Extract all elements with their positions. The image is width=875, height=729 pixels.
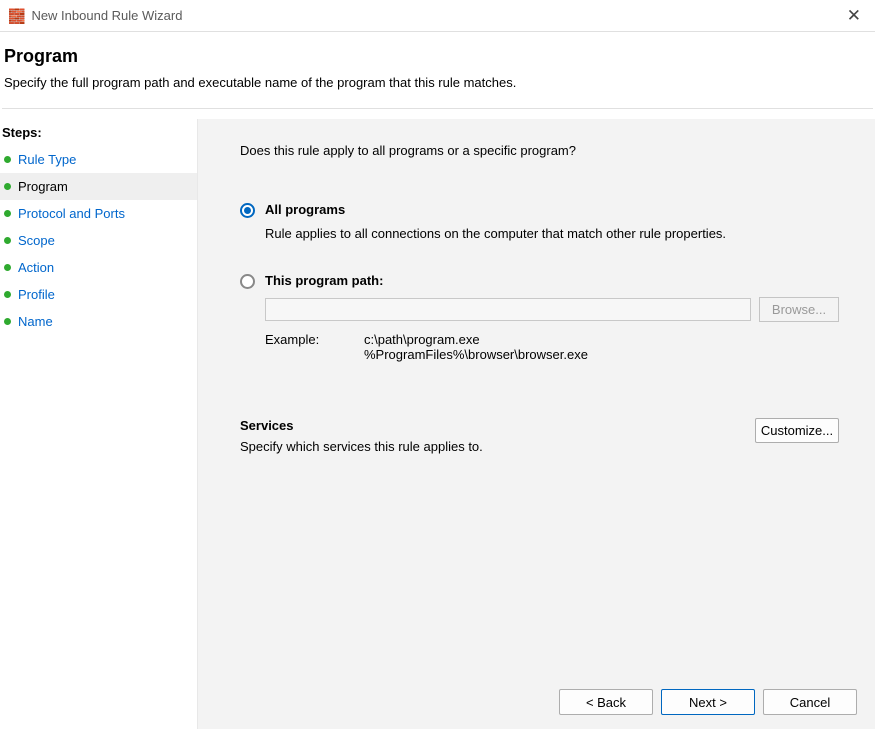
browse-button[interactable]: Browse...	[759, 297, 839, 322]
step-bullet-icon	[4, 210, 11, 217]
footer: < Back Next > Cancel	[198, 675, 875, 729]
services-heading: Services	[240, 418, 483, 433]
step-label: Scope	[18, 233, 55, 248]
step-scope[interactable]: Scope	[0, 227, 197, 254]
step-label: Program	[18, 179, 68, 194]
firewall-icon: 🧱	[8, 9, 25, 23]
step-label: Protocol and Ports	[18, 206, 125, 221]
divider	[2, 108, 873, 109]
step-bullet-icon	[4, 264, 11, 271]
step-bullet-icon	[4, 183, 11, 190]
step-label: Name	[18, 314, 53, 329]
close-icon[interactable]: ✕	[847, 6, 861, 26]
step-action[interactable]: Action	[0, 254, 197, 281]
option-path-label[interactable]: This program path:	[265, 273, 383, 288]
main-pane: Does this rule apply to all programs or …	[198, 119, 875, 729]
radio-all-programs[interactable]	[240, 203, 255, 218]
step-bullet-icon	[4, 237, 11, 244]
sidebar: Steps: Rule Type Program Protocol and Port…	[0, 119, 198, 729]
step-label: Profile	[18, 287, 55, 302]
page-subtitle: Specify the full program path and execut…	[2, 75, 873, 90]
step-bullet-icon	[4, 291, 11, 298]
question-text: Does this rule apply to all programs or …	[240, 143, 839, 158]
step-program[interactable]: Program	[0, 173, 197, 200]
header: Program Specify the full program path an…	[2, 32, 873, 119]
step-name[interactable]: Name	[0, 308, 197, 335]
option-all-desc: Rule applies to all connections on the c…	[265, 226, 839, 241]
cancel-button[interactable]: Cancel	[763, 689, 857, 715]
radio-this-program-path[interactable]	[240, 274, 255, 289]
example-label: Example:	[265, 332, 330, 362]
titlebar: 🧱 New Inbound Rule Wizard ✕	[0, 0, 875, 32]
step-label: Action	[18, 260, 54, 275]
option-all-label[interactable]: All programs	[265, 202, 345, 217]
customize-button[interactable]: Customize...	[755, 418, 839, 443]
steps-heading: Steps:	[0, 119, 197, 146]
step-bullet-icon	[4, 156, 11, 163]
page-title: Program	[2, 46, 873, 67]
example-paths: c:\path\program.exe %ProgramFiles%\brows…	[364, 332, 588, 362]
services-sub: Specify which services this rule applies…	[240, 439, 483, 454]
step-profile[interactable]: Profile	[0, 281, 197, 308]
step-rule-type[interactable]: Rule Type	[0, 146, 197, 173]
program-path-input[interactable]	[265, 298, 751, 321]
step-label: Rule Type	[18, 152, 76, 167]
back-button[interactable]: < Back	[559, 689, 653, 715]
step-protocol-and-ports[interactable]: Protocol and Ports	[0, 200, 197, 227]
next-button[interactable]: Next >	[661, 689, 755, 715]
step-bullet-icon	[4, 318, 11, 325]
window-title: New Inbound Rule Wizard	[31, 8, 182, 23]
